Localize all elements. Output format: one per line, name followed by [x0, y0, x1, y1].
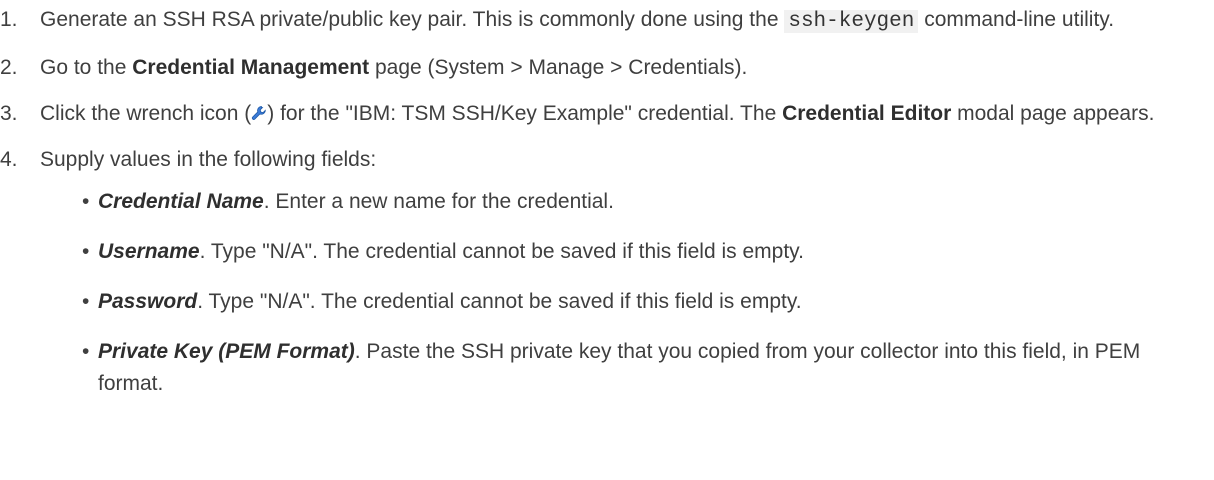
bullet: •: [82, 290, 90, 313]
field-description: . Type "N/A". The credential cannot be s…: [199, 240, 804, 263]
step-number: 3.: [0, 102, 18, 125]
bullet: •: [82, 240, 90, 263]
step-text: Generate an SSH RSA private/public key p…: [40, 8, 785, 31]
page-name: Credential Management: [132, 56, 370, 79]
step-3: 3. Click the wrench icon ( ) for the "IBM…: [0, 98, 1194, 130]
step-text: command-line utility.: [918, 8, 1115, 31]
field-description: . Enter a new name for the credential.: [263, 190, 614, 213]
step-text: page (System > Manage > Credentials).: [369, 56, 748, 79]
fields-list: • Credential Name. Enter a new name for …: [40, 186, 1194, 400]
step-number: 2.: [0, 56, 18, 79]
bullet: •: [82, 190, 90, 213]
step-text: Supply values in the following fields:: [40, 148, 377, 171]
field-name: Password: [98, 290, 198, 313]
step-text: modal page appears.: [951, 102, 1155, 125]
list-item: • Password. Type "N/A". The credential c…: [80, 286, 1194, 318]
step-text: Click the wrench icon (: [40, 102, 252, 125]
step-text: ) for the "IBM: TSM SSH/Key Example" cre…: [267, 102, 783, 125]
modal-name: Credential Editor: [782, 102, 952, 125]
step-1: 1. Generate an SSH RSA private/public ke…: [0, 4, 1194, 38]
instructions-document: 1. Generate an SSH RSA private/public ke…: [0, 0, 1214, 400]
step-number: 1.: [0, 8, 18, 31]
step-number: 4.: [0, 148, 18, 171]
step-2: 2. Go to the Credential Management page …: [0, 52, 1194, 84]
list-item: • Username. Type "N/A". The credential c…: [80, 236, 1194, 268]
list-item: • Credential Name. Enter a new name for …: [80, 186, 1194, 218]
field-description: . Type "N/A". The credential cannot be s…: [197, 290, 802, 313]
field-name: Private Key (PEM Format): [98, 340, 355, 363]
wrench-icon: [251, 99, 267, 120]
step-4: 4. Supply values in the following fields…: [0, 144, 1194, 400]
field-name: Credential Name: [98, 190, 264, 213]
step-text: Go to the: [40, 56, 133, 79]
bullet: •: [82, 340, 90, 363]
list-item: • Private Key (PEM Format). Paste the SS…: [80, 336, 1194, 400]
field-name: Username: [98, 240, 200, 263]
steps-list: 1. Generate an SSH RSA private/public ke…: [0, 4, 1194, 400]
inline-code: ssh-keygen: [784, 10, 919, 33]
